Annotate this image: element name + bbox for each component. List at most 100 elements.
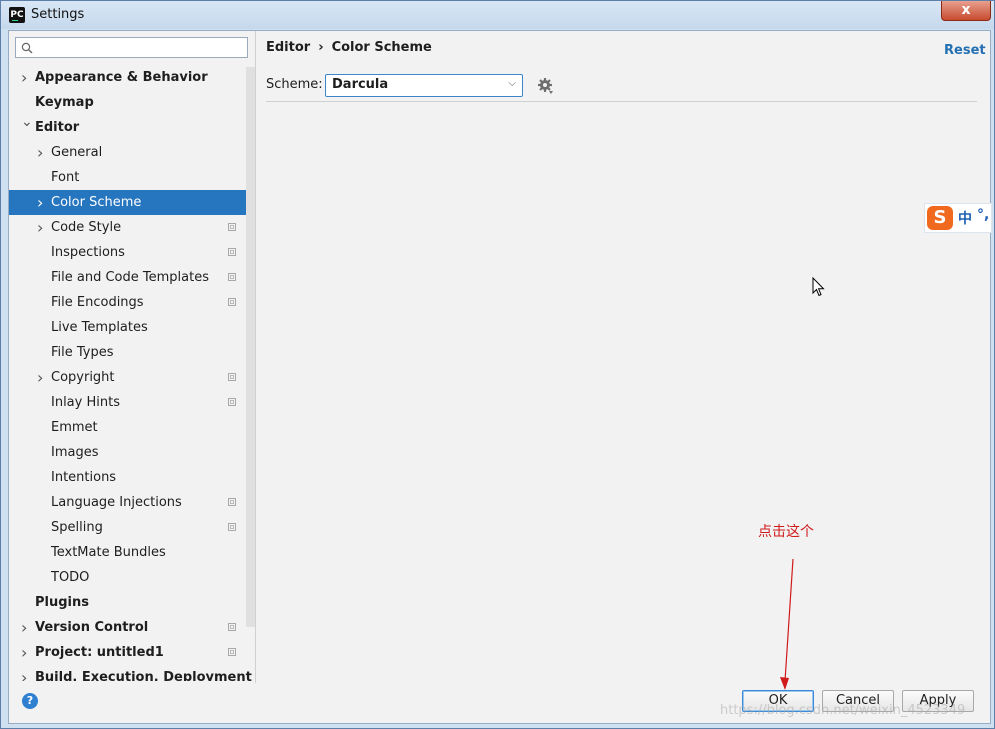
tree-item[interactable]: ⌄ Editor (9, 114, 255, 140)
tree-item[interactable]: › Color Scheme (9, 190, 255, 215)
tree-item[interactable]: › Version Control (9, 615, 255, 640)
tree-item[interactable]: Spelling (9, 515, 255, 540)
tree-item-label: Plugins (35, 595, 89, 610)
scheme-label: Scheme: (266, 77, 323, 92)
tree-item-label: Images (51, 445, 99, 460)
tree-scrollbar[interactable] (246, 67, 255, 627)
tree-item-label: Build, Execution, Deployment (35, 670, 252, 681)
project-scope-icon (228, 223, 236, 231)
breadcrumb-editor[interactable]: Editor (266, 40, 310, 55)
collapsed-arrow-icon[interactable]: › (37, 190, 47, 215)
tree-item[interactable]: › General (9, 140, 255, 165)
project-scope-icon (228, 373, 236, 381)
tree-item-label: Project: untitled1 (35, 645, 164, 660)
annotation-arrow (780, 558, 794, 690)
tree-item-label: Live Templates (51, 320, 148, 335)
tree-item-label: TextMate Bundles (51, 545, 166, 560)
tree-item[interactable]: › Build, Execution, Deployment (9, 665, 255, 681)
project-scope-icon (228, 398, 236, 406)
tree-item-label: Intentions (51, 470, 117, 485)
search-icon (21, 42, 33, 54)
project-scope-icon (228, 648, 236, 656)
tree-item-label: Appearance & Behavior (35, 70, 208, 85)
help-icon[interactable]: ? (22, 693, 38, 709)
tree-item-label: Language Injections (51, 495, 182, 510)
tree-item[interactable]: Language Injections (9, 490, 255, 515)
collapsed-arrow-icon[interactable]: › (21, 665, 31, 681)
tree-item[interactable]: › Appearance & Behavior (9, 65, 255, 90)
tree-item-label: Font (51, 170, 80, 185)
reset-link[interactable]: Reset (944, 43, 986, 58)
project-scope-icon (228, 273, 236, 281)
tree-item-label: TODO (51, 570, 90, 585)
tree-item-label: Code Style (51, 220, 122, 235)
tree-item-label: Emmet (51, 420, 98, 435)
sogou-logo: S (927, 206, 953, 230)
tree-item[interactable]: Inlay Hints (9, 390, 255, 415)
header-separator (266, 101, 977, 102)
tree-item-label: Spelling (51, 520, 103, 535)
mouse-cursor-icon (812, 277, 825, 297)
gear-icon[interactable] (537, 77, 555, 95)
settings-tree: › Appearance & Behavior Keymap ⌄ Editor › Gene… (9, 65, 255, 681)
tree-item-label: File and Code Templates (51, 270, 209, 285)
pycharm-app-icon: PC (9, 7, 25, 23)
tree-item[interactable]: Plugins (9, 590, 255, 615)
collapsed-arrow-icon[interactable]: › (37, 140, 47, 165)
tree-item[interactable]: TextMate Bundles (9, 540, 255, 565)
breadcrumb-separator: › (318, 40, 324, 55)
scheme-value: Darcula (332, 77, 389, 92)
project-scope-icon (228, 298, 236, 306)
ime-language-toggle[interactable]: 中 (958, 208, 972, 228)
ime-punctuation-toggle[interactable]: °, (977, 207, 989, 223)
tree-item-label: File Encodings (51, 295, 144, 310)
settings-client: › Appearance & Behavior Keymap ⌄ Editor › Gene… (8, 30, 992, 724)
tree-item-label: Keymap (35, 95, 94, 110)
tree-item[interactable]: Keymap (9, 90, 255, 115)
project-scope-icon (228, 523, 236, 531)
tree-item[interactable]: File Types (9, 340, 255, 365)
title-bar[interactable]: PC Settings x (1, 1, 994, 29)
annotation-text: 点击这个 (758, 524, 814, 540)
tree-item[interactable]: Emmet (9, 415, 255, 440)
tree-item[interactable]: Images (9, 440, 255, 465)
scheme-dropdown[interactable]: Darcula ⌵ (325, 74, 523, 97)
chevron-down-icon: ⌵ (508, 78, 516, 89)
tree-item[interactable]: File Encodings (9, 290, 255, 315)
tree-item[interactable]: › Code Style (9, 215, 255, 240)
collapsed-arrow-icon[interactable]: › (21, 65, 31, 90)
project-scope-icon (228, 623, 236, 631)
settings-search-input[interactable] (15, 37, 248, 58)
tree-item-label: Inspections (51, 245, 125, 260)
settings-window: PC Settings x › Appearance & Behavior Keym… (0, 0, 995, 729)
collapsed-arrow-icon[interactable]: › (21, 615, 31, 640)
tree-item-label: Version Control (35, 620, 149, 635)
close-button[interactable]: x (941, 1, 991, 21)
tree-item[interactable]: Intentions (9, 465, 255, 490)
expanded-arrow-icon[interactable]: ⌄ (21, 110, 33, 135)
collapsed-arrow-icon[interactable]: › (37, 215, 47, 240)
tree-item[interactable]: › Copyright (9, 365, 255, 390)
panel-divider[interactable] (255, 31, 256, 683)
tree-item[interactable]: TODO (9, 565, 255, 590)
tree-item[interactable]: › Project: untitled1 (9, 640, 255, 665)
project-scope-icon (228, 248, 236, 256)
tree-item[interactable]: Live Templates (9, 315, 255, 340)
breadcrumb-color-scheme: Color Scheme (331, 40, 432, 55)
collapsed-arrow-icon[interactable]: › (37, 365, 47, 390)
breadcrumb: Editor › Color Scheme (266, 40, 432, 55)
watermark: https://blog.csdn.net/weixin_4523349 (720, 703, 966, 718)
tree-item[interactable]: File and Code Templates (9, 265, 255, 290)
tree-item-label: File Types (51, 345, 114, 360)
tree-item[interactable]: Font (9, 165, 255, 190)
collapsed-arrow-icon[interactable]: › (21, 640, 31, 665)
project-scope-icon (228, 498, 236, 506)
tree-item-label: Editor (35, 120, 80, 135)
tree-item[interactable]: Inspections (9, 240, 255, 265)
ime-toolbar[interactable]: S 中 °, (924, 203, 992, 233)
tree-item-label: General (51, 145, 103, 160)
tree-item-label: Inlay Hints (51, 395, 120, 410)
tree-item-label: Color Scheme (51, 195, 142, 210)
window-title: Settings (31, 7, 85, 22)
tree-item-label: Copyright (51, 370, 115, 385)
